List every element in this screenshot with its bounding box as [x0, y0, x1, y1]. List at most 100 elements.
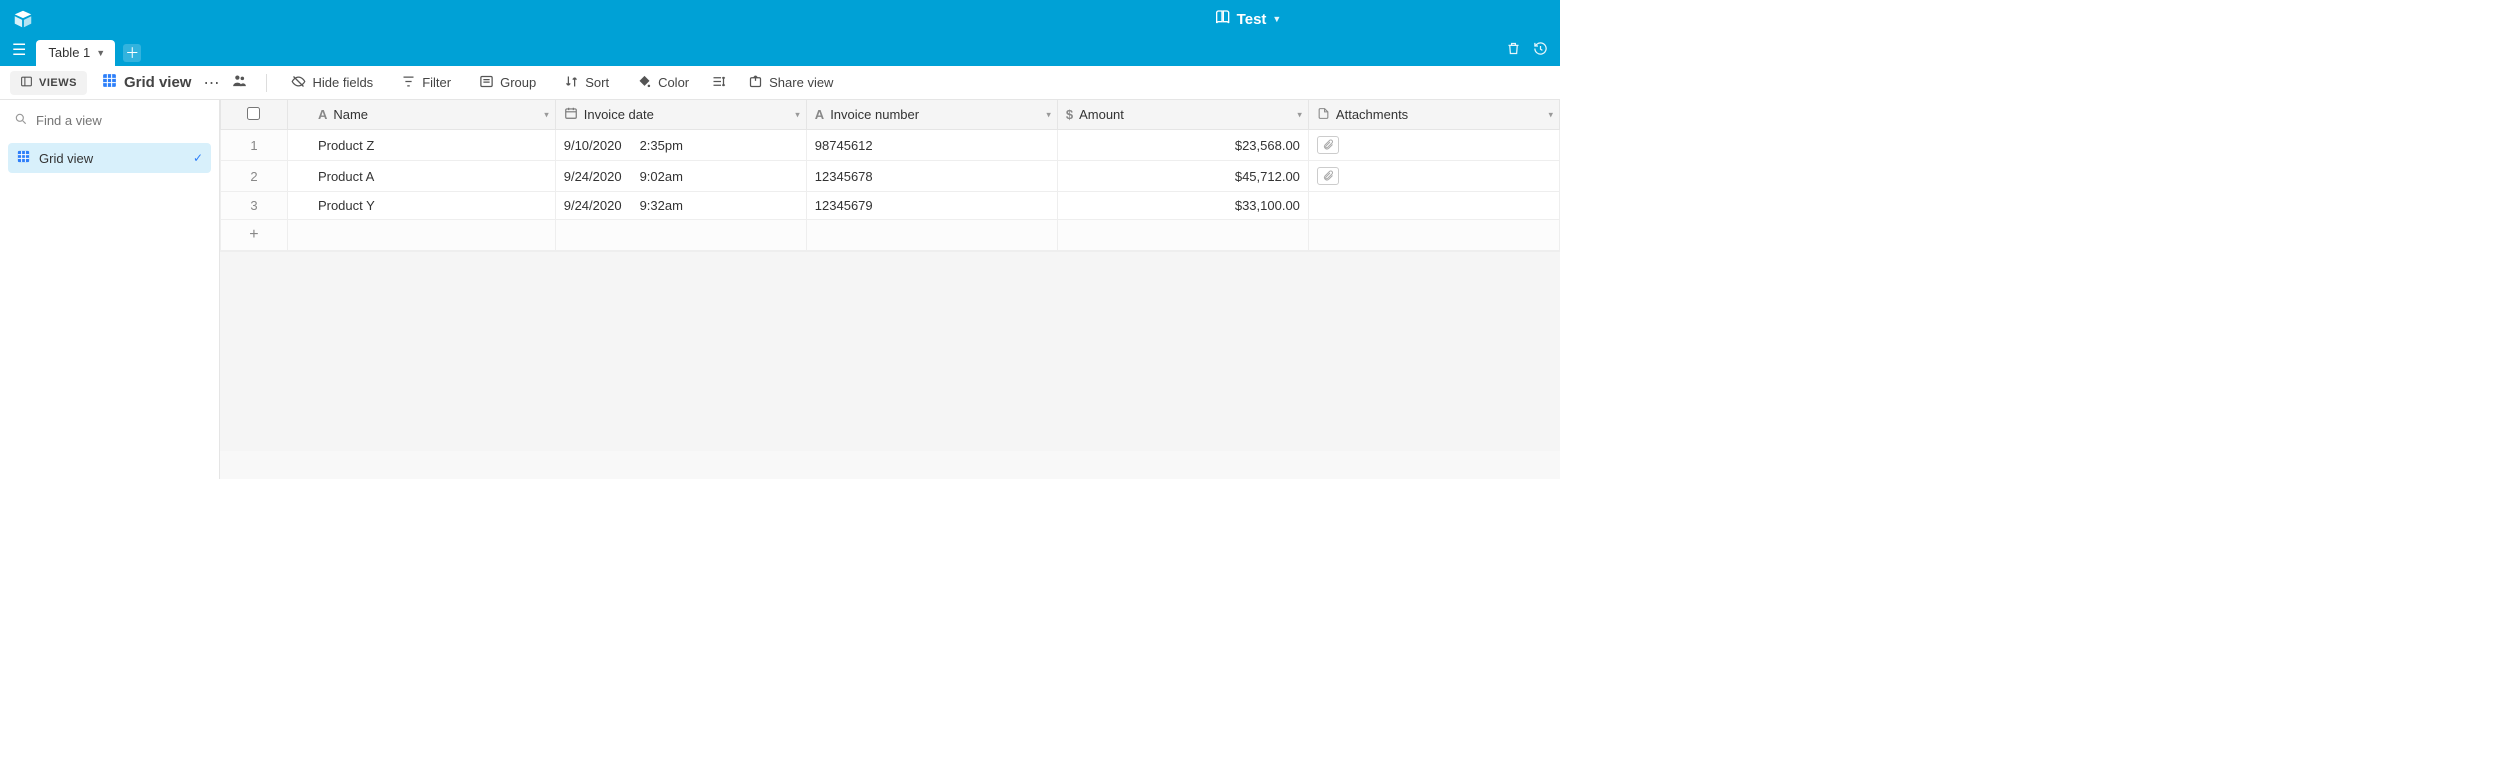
cell-name[interactable]: Product A [287, 161, 555, 192]
trash-icon[interactable] [1506, 41, 1521, 60]
search-icon [14, 112, 28, 129]
view-search-input[interactable] [36, 113, 205, 128]
add-row-plus-icon[interactable]: + [221, 220, 288, 251]
col-header-amount[interactable]: $ Amount ▾ [1057, 100, 1308, 130]
group-button[interactable]: Group [473, 70, 542, 96]
row-number[interactable]: 2 [221, 161, 288, 192]
base-title-caret-icon: ▼ [1272, 14, 1281, 24]
col-header-invoice-number[interactable]: A Invoice number ▾ [806, 100, 1057, 130]
cell-attachments[interactable] [1308, 192, 1559, 220]
color-button[interactable]: Color [631, 70, 695, 96]
book-icon [1215, 9, 1231, 29]
eye-off-icon [291, 74, 306, 92]
cell-attachments[interactable] [1308, 161, 1559, 192]
current-view-name[interactable]: Grid view [101, 72, 192, 94]
hide-fields-label: Hide fields [312, 75, 373, 90]
cell-amount[interactable]: $23,568.00 [1057, 130, 1308, 161]
col-header-attachments[interactable]: Attachments ▾ [1308, 100, 1559, 130]
add-row-cell[interactable] [1057, 220, 1308, 251]
views-sidebar: Grid view ✓ [0, 100, 220, 479]
hamburger-icon[interactable]: ☰ [12, 40, 26, 60]
col-amount-label: Amount [1079, 107, 1124, 122]
add-row-cell[interactable] [287, 220, 555, 251]
header-row: A Name ▾ Invoice date [221, 100, 1560, 130]
cell-invoice-date[interactable]: 9/10/20202:35pm [555, 130, 806, 161]
attachment-chip[interactable] [1317, 136, 1339, 154]
cell-name[interactable]: Product Z [287, 130, 555, 161]
chevron-down-icon[interactable]: ▾ [1297, 109, 1302, 120]
grid-icon [101, 72, 118, 94]
sort-label: Sort [585, 75, 609, 90]
collaborators-icon[interactable] [231, 72, 248, 93]
col-name-label: Name [333, 107, 368, 122]
add-row[interactable]: + [221, 220, 1560, 251]
chevron-down-icon[interactable]: ▾ [1548, 109, 1553, 120]
check-icon: ✓ [193, 151, 203, 165]
share-icon [748, 74, 763, 92]
col-header-name[interactable]: A Name ▾ [287, 100, 555, 130]
base-title[interactable]: Test ▼ [1215, 9, 1282, 29]
chevron-down-icon[interactable]: ▾ [795, 109, 800, 120]
add-row-cell[interactable] [1308, 220, 1559, 251]
table-row[interactable]: 1Product Z9/10/20202:35pm98745612$23,568… [221, 130, 1560, 161]
hide-fields-button[interactable]: Hide fields [285, 70, 379, 96]
cell-amount[interactable]: $33,100.00 [1057, 192, 1308, 220]
cell-invoice-number[interactable]: 98745612 [806, 130, 1057, 161]
views-label: VIEWS [39, 77, 77, 89]
view-name-text: Grid view [124, 74, 192, 91]
attachment-chip[interactable] [1317, 167, 1339, 185]
view-options-icon[interactable]: ⋯ [203, 73, 219, 93]
attachment-icon [1317, 107, 1330, 123]
toolbar-separator [266, 74, 267, 92]
top-bar: Test ▼ [0, 0, 1560, 38]
cell-invoice-number[interactable]: 12345679 [806, 192, 1057, 220]
col-header-invoice-date[interactable]: Invoice date ▾ [555, 100, 806, 130]
sidebar-icon [20, 75, 33, 91]
text-type-icon: A [318, 107, 327, 122]
col-date-label: Invoice date [584, 107, 654, 122]
views-toggle-button[interactable]: VIEWS [10, 71, 87, 95]
col-att-label: Attachments [1336, 107, 1408, 122]
table-row[interactable]: 3Product Y9/24/20209:32am12345679$33,100… [221, 192, 1560, 220]
chevron-down-icon[interactable]: ▾ [1046, 109, 1051, 120]
sidebar-item-grid-view[interactable]: Grid view ✓ [8, 143, 211, 173]
cell-amount[interactable]: $45,712.00 [1057, 161, 1308, 192]
brand-logo-icon [12, 8, 34, 30]
cell-name[interactable]: Product Y [287, 192, 555, 220]
col-invno-label: Invoice number [830, 107, 919, 122]
cell-invoice-date[interactable]: 9/24/20209:02am [555, 161, 806, 192]
add-row-cell[interactable] [806, 220, 1057, 251]
base-title-text: Test [1237, 11, 1267, 28]
select-all-checkbox[interactable] [247, 107, 260, 120]
filter-button[interactable]: Filter [395, 70, 457, 96]
sort-button[interactable]: Sort [558, 70, 615, 96]
row-number[interactable]: 1 [221, 130, 288, 161]
chevron-down-icon[interactable]: ▾ [544, 109, 549, 120]
paint-icon [637, 74, 652, 92]
select-all-header[interactable] [221, 100, 288, 130]
color-label: Color [658, 75, 689, 90]
tabs-bar: ☰ Table 1 ▼ ＋ [0, 38, 1560, 66]
row-height-button[interactable] [711, 74, 726, 92]
view-toolbar: VIEWS Grid view ⋯ Hide fields [0, 66, 1560, 100]
share-view-button[interactable]: Share view [742, 70, 839, 96]
group-label: Group [500, 75, 536, 90]
sort-icon [564, 74, 579, 92]
data-grid: A Name ▾ Invoice date [220, 100, 1560, 479]
history-icon[interactable] [1533, 41, 1548, 60]
tab-table-1[interactable]: Table 1 ▼ [36, 40, 115, 66]
view-search[interactable] [8, 108, 211, 133]
calendar-icon [564, 106, 578, 123]
grid-icon [16, 149, 31, 167]
cell-invoice-number[interactable]: 12345678 [806, 161, 1057, 192]
table-row[interactable]: 2Product A9/24/20209:02am12345678$45,712… [221, 161, 1560, 192]
add-table-button[interactable]: ＋ [123, 44, 141, 62]
group-icon [479, 74, 494, 92]
add-row-cell[interactable] [555, 220, 806, 251]
filter-label: Filter [422, 75, 451, 90]
cell-invoice-date[interactable]: 9/24/20209:32am [555, 192, 806, 220]
text-type-icon: A [815, 107, 824, 122]
filter-icon [401, 74, 416, 92]
cell-attachments[interactable] [1308, 130, 1559, 161]
row-number[interactable]: 3 [221, 192, 288, 220]
